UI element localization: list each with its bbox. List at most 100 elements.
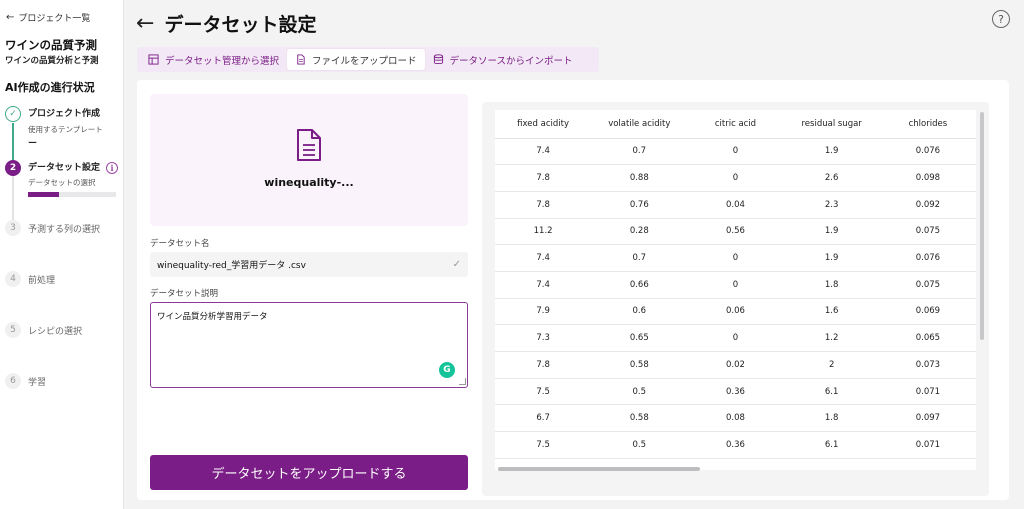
data-preview-table: fixed acidity volatile acidity citric ac… (495, 110, 976, 459)
table-cell: 7.5 (495, 378, 592, 406)
step-target-column[interactable]: 3 予測する列の選択 (5, 220, 100, 236)
table-cell: 7.9 (495, 298, 592, 326)
table-cell: 7.8 (495, 351, 592, 379)
table-row: 6.7 0.58 0.08 1.8 0.097 (495, 404, 976, 433)
column-header: citric acid (687, 110, 784, 139)
table-row: 7.5 0.5 0.36 6.1 0.071 (495, 431, 976, 459)
dataset-icon (148, 54, 159, 65)
step-label: レシピの選択 (28, 327, 83, 337)
table-cell: 0.56 (687, 218, 784, 246)
table-row: 7.9 0.6 0.06 1.6 0.069 (495, 298, 976, 326)
table-row: 7.3 0.65 0 1.2 0.065 (495, 324, 976, 352)
table-cell: 0.28 (591, 218, 688, 246)
tab-data-source-import[interactable]: データソースからインポート (425, 49, 581, 70)
table-cell: 0.58 (591, 404, 688, 433)
step-label: 予測する列の選択 (28, 225, 101, 235)
column-header: residual sugar (783, 110, 880, 139)
data-preview: fixed acidity volatile acidity citric ac… (482, 102, 989, 496)
upload-dataset-button[interactable]: データセットをアップロードする (150, 455, 468, 490)
table-cell: 7.8 (495, 191, 592, 219)
check-icon: ✓ (452, 259, 461, 270)
table-row: 7.4 0.66 0 1.8 0.075 (495, 271, 976, 299)
step-project-create[interactable]: ✓ プロジェクト作成 使用するテンプレート ー (5, 106, 103, 149)
table-cell: 0.076 (879, 138, 976, 166)
step-progress-bar (28, 191, 116, 197)
table-cell: 1.2 (783, 324, 880, 352)
source-tabs: データセット管理から選択 ファイルをアップロード データソースからインポート (137, 47, 599, 72)
table-cell: 1.9 (783, 218, 880, 246)
table-cell: 0.075 (879, 218, 976, 246)
column-header: fixed acidity (495, 110, 592, 139)
tab-label: データセット管理から選択 (165, 55, 280, 67)
table-cell: 11.2 (495, 218, 592, 246)
grammarly-icon[interactable]: G (439, 362, 455, 378)
step-recipe[interactable]: 5 レシピの選択 (5, 322, 82, 338)
step-sub-value: ー (28, 139, 38, 149)
info-icon[interactable]: i (106, 161, 119, 174)
dataset-description-value: ワイン品質分析学習用データ (157, 312, 268, 322)
help-icon[interactable]: ? (992, 10, 1010, 28)
arrow-left-icon: ← (6, 12, 15, 23)
back-arrow-icon[interactable]: ← (136, 11, 154, 36)
table-cell: 0.36 (687, 431, 784, 459)
page-header: ← データセット設定 (136, 10, 316, 37)
dataset-description-label: データセット説明 (150, 289, 219, 299)
check-icon: ✓ (5, 106, 21, 122)
step-label: 前処理 (28, 276, 56, 286)
table-cell: 2 (783, 351, 880, 379)
table-cell: 0.66 (591, 271, 688, 299)
table-row: 7.5 0.5 0.36 6.1 0.071 (495, 378, 976, 406)
table-cell: 0.065 (879, 324, 976, 352)
back-to-projects-link[interactable]: ← プロジェクト一覧 (6, 11, 90, 24)
table-cell: 7.4 (495, 244, 592, 272)
step-label: プロジェクト作成 (28, 109, 101, 119)
table-cell: 0.04 (687, 191, 784, 219)
table-row: 7.4 0.7 0 1.9 0.076 (495, 244, 976, 272)
dataset-name-label: データセット名 (150, 239, 210, 249)
table-cell: 0 (687, 164, 784, 192)
vertical-scrollbar[interactable] (980, 112, 984, 340)
table-cell: 0.075 (879, 271, 976, 299)
table-cell: 0.65 (591, 324, 688, 352)
table-row: 11.2 0.28 0.56 1.9 0.075 (495, 218, 976, 246)
dataset-description-textarea[interactable]: ワイン品質分析学習用データ (150, 302, 468, 388)
table-cell: 6.1 (783, 431, 880, 459)
project-subtitle: ワインの品質分析と予測 (5, 56, 99, 66)
horizontal-scrollbar[interactable] (498, 467, 700, 471)
column-header: volatile acidity (591, 110, 688, 139)
table-cell: 7.5 (495, 431, 592, 459)
table-cell: 1.9 (783, 244, 880, 272)
file-drop-area[interactable]: winequality-... (150, 94, 468, 226)
table-cell: 0.073 (879, 351, 976, 379)
table-cell: 7.3 (495, 324, 592, 352)
table-cell: 0.071 (879, 378, 976, 406)
table-cell: 0.02 (687, 351, 784, 379)
table-cell: 7.8 (495, 164, 592, 192)
back-to-projects-label: プロジェクト一覧 (18, 14, 91, 24)
column-header: chlorides (879, 110, 976, 139)
table-cell: 6.7 (495, 404, 592, 433)
step-sub-label: データセットの選択 (28, 177, 96, 187)
step-training[interactable]: 6 学習 (5, 373, 46, 389)
table-cell: 0.071 (879, 431, 976, 459)
table-cell: 0 (687, 138, 784, 166)
step-preprocessing[interactable]: 4 前処理 (5, 271, 55, 287)
resize-handle[interactable] (459, 378, 466, 385)
dataset-name-value: winequality-red_学習用データ .csv (157, 261, 306, 271)
data-preview-scroll-area[interactable]: fixed acidity volatile acidity citric ac… (495, 110, 976, 470)
dataset-name-input[interactable]: winequality-red_学習用データ .csv ✓ (150, 252, 468, 277)
step-dataset-settings[interactable]: 2 データセット設定 i データセットの選択 (5, 160, 119, 197)
step-number: 4 (5, 271, 21, 287)
step-progress-fill (28, 191, 59, 197)
table-cell: 0.88 (591, 164, 688, 192)
table-cell: 0.06 (687, 298, 784, 326)
tab-dataset-management[interactable]: データセット管理から選択 (140, 49, 287, 70)
table-row: 7.4 0.7 0 1.9 0.076 (495, 138, 976, 166)
table-cell: 1.8 (783, 271, 880, 299)
table-cell: 0.097 (879, 404, 976, 433)
step-number: 6 (5, 373, 21, 389)
table-cell: 0.08 (687, 404, 784, 433)
table-cell: 1.9 (783, 138, 880, 166)
tab-file-upload[interactable]: ファイルをアップロード (287, 49, 425, 70)
project-title: ワインの品質予測 (5, 38, 97, 52)
